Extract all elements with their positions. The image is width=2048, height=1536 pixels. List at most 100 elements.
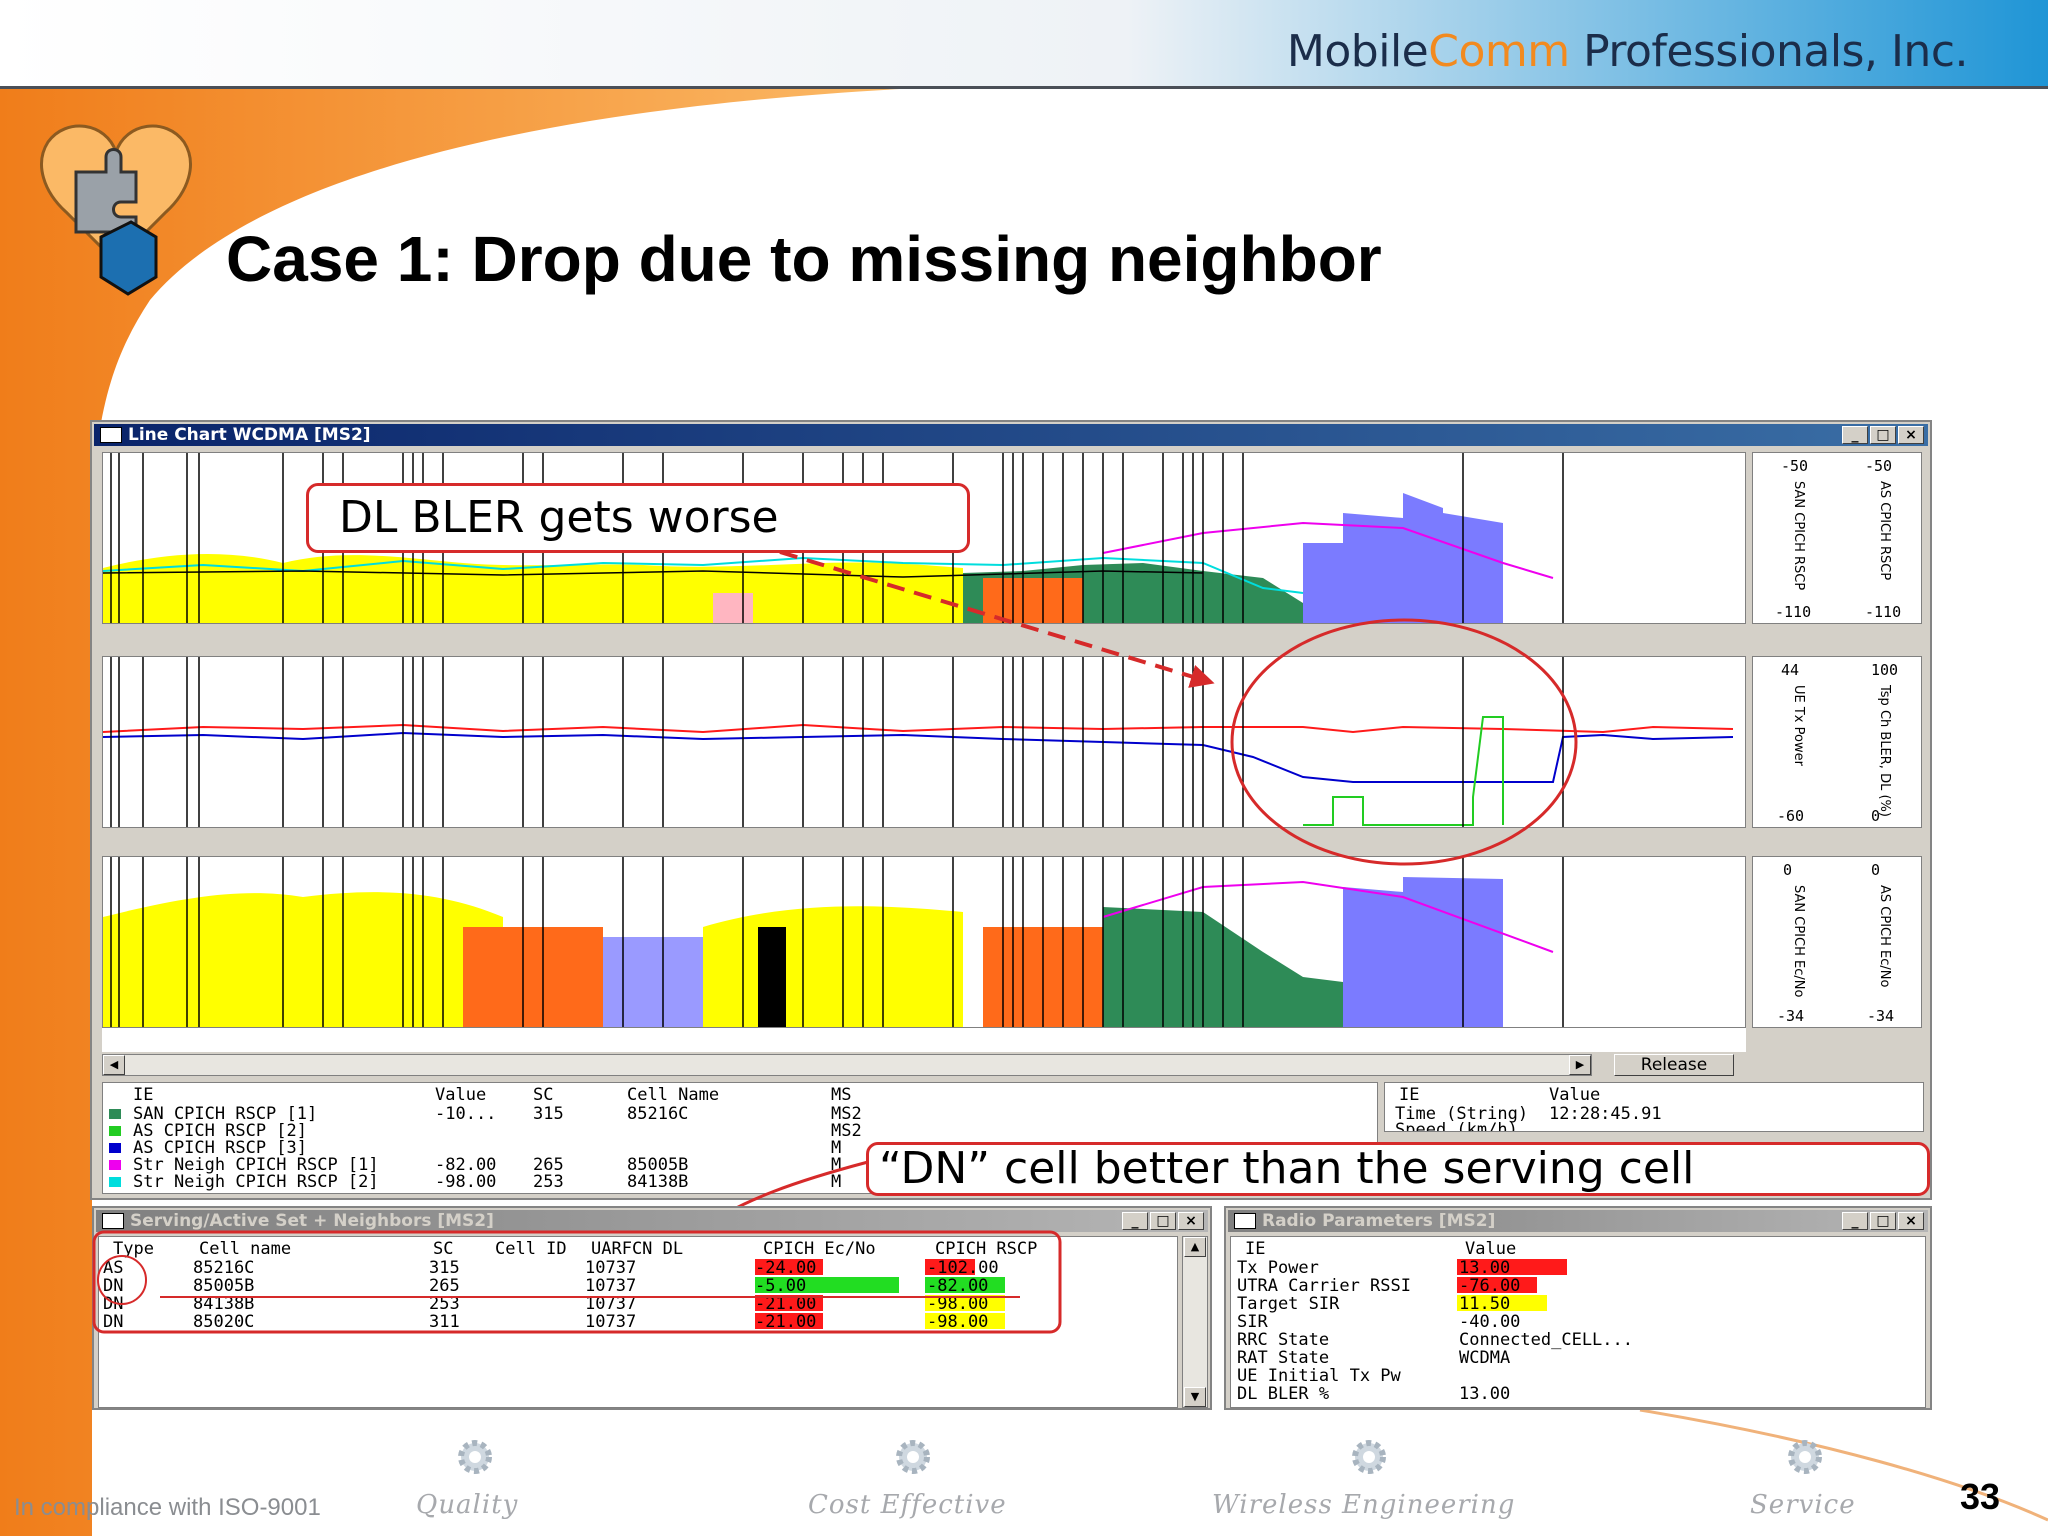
radio-value: 11.50 bbox=[1459, 1294, 1511, 1314]
close-button[interactable]: × bbox=[1898, 426, 1924, 444]
axis-box-ecno: 0 -34 SAN CPICH Ec/No 0 -34 AS CPICH Ec/… bbox=[1752, 856, 1922, 1028]
axis-right-bottom: -110 bbox=[1865, 603, 1902, 621]
gear-icon bbox=[896, 1440, 930, 1474]
callout-bler: DL BLER gets worse bbox=[306, 483, 970, 553]
radio-ie: Target SIR bbox=[1237, 1294, 1340, 1314]
axis-left-bottom: -60 bbox=[1777, 807, 1805, 825]
serving-vscroll[interactable]: ▲ ▼ bbox=[1182, 1236, 1208, 1408]
legend-ie: Str Neigh CPICH RSCP [2] bbox=[133, 1172, 379, 1192]
gear-icon bbox=[1788, 1440, 1822, 1474]
radio-ie: DL BLER % bbox=[1237, 1384, 1330, 1404]
callout-dn: “DN” cell better than the serving cell bbox=[866, 1142, 1930, 1196]
serving-ecno: -5.00 bbox=[755, 1276, 807, 1296]
minimize-button[interactable]: _ bbox=[1122, 1212, 1148, 1230]
legend-swatch bbox=[109, 1126, 121, 1136]
minimize-button[interactable]: _ bbox=[1842, 426, 1868, 444]
table-icon bbox=[1234, 1213, 1256, 1229]
serving-rscp: -98.00 bbox=[927, 1312, 989, 1332]
area-violet bbox=[603, 937, 703, 1027]
serving-ecno: -24.00 bbox=[755, 1258, 817, 1278]
minimize-button[interactable]: _ bbox=[1842, 1212, 1868, 1230]
serving-cell: 85216C bbox=[193, 1258, 255, 1278]
legend-value: -10... bbox=[435, 1104, 497, 1124]
maximize-button[interactable]: □ bbox=[1870, 1212, 1896, 1230]
event-markers-strip[interactable] bbox=[102, 1028, 1746, 1052]
area-yellow bbox=[103, 553, 963, 623]
scroll-down-button[interactable]: ▼ bbox=[1184, 1387, 1206, 1407]
serving-uarfcn: 10737 bbox=[585, 1258, 637, 1278]
plot-panel-power-bler[interactable] bbox=[102, 656, 1746, 828]
serving-set-table[interactable]: Type Cell name SC Cell ID UARFCN DL CPIC… bbox=[98, 1236, 1178, 1408]
info-table[interactable]: IE Value Time (String) 12:28:45.91 Speed… bbox=[1384, 1082, 1924, 1132]
scroll-up-button[interactable]: ▲ bbox=[1184, 1237, 1206, 1257]
legend-sc: 315 bbox=[533, 1104, 564, 1124]
scroll-left-button[interactable]: ◀ bbox=[103, 1055, 125, 1075]
series-red bbox=[103, 723, 1734, 734]
maximize-button[interactable]: □ bbox=[1150, 1212, 1176, 1230]
serving-cell: 85005B bbox=[193, 1276, 255, 1296]
axis-left-name: UE Tx Power bbox=[1791, 685, 1806, 766]
puzzle-heart-logo-icon bbox=[40, 124, 192, 296]
footer-cost-effective: Cost Effective bbox=[808, 1490, 1007, 1520]
serving-sc: 253 bbox=[429, 1294, 460, 1314]
timeline-scrollbar[interactable]: ◀ ▶ bbox=[102, 1054, 1592, 1076]
series-green bbox=[1303, 716, 1504, 826]
serving-set-title: Serving/Active Set + Neighbors [MS2] bbox=[130, 1211, 494, 1231]
col-type: Type bbox=[113, 1239, 154, 1259]
maximize-button[interactable]: □ bbox=[1870, 426, 1896, 444]
legend-swatch bbox=[109, 1109, 121, 1119]
col-value: Value bbox=[1465, 1239, 1517, 1259]
ecno-plot-svg bbox=[103, 857, 1564, 1027]
serving-type: DN bbox=[103, 1294, 124, 1314]
scroll-right-button[interactable]: ▶ bbox=[1569, 1055, 1591, 1075]
radio-ie: UE Initial Tx Pw bbox=[1237, 1366, 1401, 1386]
radio-params-titlebar[interactable]: Radio Parameters [MS2] _ □ × bbox=[1228, 1210, 1928, 1232]
col-ie: IE bbox=[1245, 1239, 1266, 1259]
legend-header-value: Value bbox=[435, 1085, 487, 1105]
axis-box-rscp: -50 -110 SAN CPICH RSCP -50 -110 AS CPIC… bbox=[1752, 452, 1922, 624]
radio-params-table[interactable]: IE Value Tx Power 13.00 UTRA Carrier RSSI -… bbox=[1230, 1236, 1926, 1408]
release-event-button[interactable]: Release bbox=[1614, 1054, 1734, 1076]
area-pink bbox=[713, 593, 753, 623]
serving-rscp: -82.00 bbox=[927, 1276, 989, 1296]
power-plot-svg bbox=[103, 657, 1734, 827]
legend-header-sc: SC bbox=[533, 1085, 554, 1105]
serving-uarfcn: 10737 bbox=[585, 1312, 637, 1332]
close-button[interactable]: × bbox=[1898, 1212, 1924, 1230]
radio-value: 13.00 bbox=[1459, 1384, 1511, 1404]
area-orange bbox=[463, 927, 603, 1027]
line-chart-title: Line Chart WCDMA [MS2] bbox=[128, 425, 371, 445]
area-orange bbox=[983, 578, 1083, 623]
serving-ecno: -21.00 bbox=[755, 1294, 817, 1314]
axis-right-top: 100 bbox=[1871, 661, 1899, 679]
axis-right-name: Tsp Ch BLER, DL (%) bbox=[1877, 685, 1892, 817]
footer-quality: Quality bbox=[416, 1490, 519, 1520]
gear-icon bbox=[458, 1440, 492, 1474]
serving-set-titlebar[interactable]: Serving/Active Set + Neighbors [MS2] _ □… bbox=[96, 1210, 1208, 1232]
brand-text-1: Mobile bbox=[1286, 26, 1429, 77]
line-chart-titlebar[interactable]: Line Chart WCDMA [MS2] _ □ × bbox=[94, 424, 1928, 446]
chart-icon bbox=[100, 427, 122, 443]
radio-params-window[interactable]: Radio Parameters [MS2] _ □ × IE Value Tx… bbox=[1224, 1206, 1932, 1410]
info-header-value: Value bbox=[1549, 1085, 1601, 1105]
legend-cell: 84138B bbox=[627, 1172, 689, 1192]
serving-sc: 315 bbox=[429, 1258, 460, 1278]
area-yellow-2 bbox=[703, 906, 963, 1027]
serving-sc: 265 bbox=[429, 1276, 460, 1296]
slide-title: Case 1: Drop due to missing neighbor bbox=[226, 223, 1382, 295]
axis-right-bottom: -34 bbox=[1867, 1007, 1895, 1025]
serving-rscp: -98.00 bbox=[927, 1294, 989, 1314]
serving-cell: 85020C bbox=[193, 1312, 255, 1332]
info-row-speed-ie: Speed (km/h) bbox=[1395, 1120, 1518, 1132]
footer-wireless-engineering: Wireless Engineering bbox=[1212, 1490, 1516, 1520]
table-icon bbox=[102, 1213, 124, 1229]
serving-type: DN bbox=[103, 1312, 124, 1332]
radio-ie: RAT State bbox=[1237, 1348, 1330, 1368]
plot-panel-ecno[interactable] bbox=[102, 856, 1746, 1028]
close-button[interactable]: × bbox=[1178, 1212, 1204, 1230]
axis-left-top: 44 bbox=[1781, 661, 1800, 679]
info-header-ie: IE bbox=[1399, 1085, 1420, 1105]
info-row-time-value: 12:28:45.91 bbox=[1549, 1104, 1662, 1124]
serving-uarfcn: 10737 bbox=[585, 1276, 637, 1296]
serving-set-window[interactable]: Serving/Active Set + Neighbors [MS2] _ □… bbox=[92, 1206, 1212, 1410]
